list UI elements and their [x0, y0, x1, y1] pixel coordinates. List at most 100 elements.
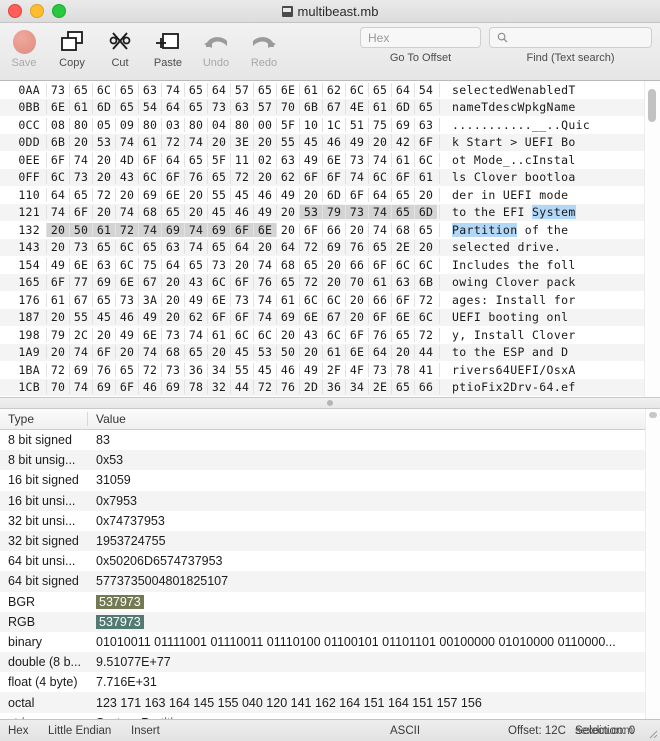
hex-row[interactable]: 121746F20746865204546492053797374656Dto … [0, 204, 660, 222]
hex-byte[interactable]: 6C [414, 153, 437, 167]
hex-byte[interactable]: 65 [115, 83, 138, 97]
hex-byte[interactable]: 20 [92, 205, 115, 219]
hex-byte[interactable]: 6C [253, 328, 276, 342]
hex-byte[interactable]: 20 [322, 258, 345, 272]
hex-byte[interactable]: 44 [414, 345, 437, 359]
hex-byte[interactable]: 41 [414, 363, 437, 377]
hex-byte[interactable]: 74 [184, 240, 207, 254]
hex-byte[interactable]: 68 [161, 345, 184, 359]
hex-byte[interactable]: 73 [345, 153, 368, 167]
hex-byte[interactable]: 2D [299, 380, 322, 394]
hex-byte[interactable]: 63 [391, 275, 414, 289]
hex-byte[interactable]: 20 [253, 170, 276, 184]
hex-byte-group[interactable]: 205545464920626F6F74696E67206F6E6C [46, 310, 437, 324]
hex-byte[interactable]: 80 [184, 118, 207, 132]
hex-byte[interactable]: 55 [69, 310, 92, 324]
inspector-value-cell[interactable]: 83 [88, 433, 660, 447]
inspector-column-type[interactable]: Type [0, 412, 88, 426]
inspector-value-cell[interactable]: 9.51077E+77 [88, 655, 660, 669]
hex-byte[interactable]: 6E [46, 100, 69, 114]
hex-byte[interactable]: 20 [414, 188, 437, 202]
hex-byte[interactable]: 61 [299, 83, 322, 97]
hex-byte[interactable]: 20 [184, 188, 207, 202]
hex-byte[interactable]: 20 [92, 170, 115, 184]
hex-row-ascii[interactable]: ot Mode_..cInstal [439, 153, 576, 167]
ascii-selection[interactable]: Partition [452, 223, 517, 237]
hex-byte[interactable]: 65 [69, 83, 92, 97]
hex-byte[interactable]: 34 [345, 380, 368, 394]
hex-byte[interactable]: 74 [138, 345, 161, 359]
hex-byte[interactable]: 6F [345, 328, 368, 342]
hex-byte[interactable]: 6C [230, 328, 253, 342]
hex-byte[interactable]: 65 [368, 83, 391, 97]
hex-byte[interactable]: 20 [414, 240, 437, 254]
hex-byte[interactable]: 6E [345, 345, 368, 359]
hex-byte[interactable]: 20 [299, 188, 322, 202]
hex-byte[interactable]: 72 [92, 188, 115, 202]
copy-button[interactable]: Copy [48, 25, 96, 69]
hex-byte[interactable]: 68 [391, 223, 414, 237]
hex-byte[interactable]: 73 [161, 328, 184, 342]
hex-byte[interactable]: 69 [92, 275, 115, 289]
hex-row-ascii[interactable]: to the EFI System [439, 205, 576, 219]
inspector-row[interactable]: 32 bit unsi...0x74737953 [0, 511, 660, 531]
hex-byte[interactable]: 65 [92, 293, 115, 307]
hex-byte[interactable]: 72 [414, 328, 437, 342]
inspector-row[interactable]: octal123 171 163 164 145 155 040 120 141… [0, 692, 660, 712]
hex-byte[interactable]: 61 [69, 100, 92, 114]
hex-byte[interactable]: 64 [230, 240, 253, 254]
inspector-row[interactable]: 16 bit signed31059 [0, 470, 660, 490]
hex-byte[interactable]: 69 [161, 380, 184, 394]
hex-byte[interactable]: 6C [414, 310, 437, 324]
hex-byte[interactable]: 66 [322, 223, 345, 237]
hex-byte[interactable]: 65 [391, 380, 414, 394]
hex-byte[interactable]: 69 [69, 363, 92, 377]
save-button[interactable]: Save [0, 25, 48, 69]
hex-byte-group[interactable]: 746F20746865204546492053797374656D [46, 205, 437, 219]
hex-row[interactable]: 11064657220696E2055454649206D6F646520der… [0, 186, 660, 204]
hex-byte[interactable]: 76 [253, 275, 276, 289]
inspector-row[interactable]: 16 bit unsi...0x7953 [0, 491, 660, 511]
inspector-row[interactable]: float (4 byte)7.716E+31 [0, 672, 660, 692]
hex-byte[interactable]: 74 [138, 223, 161, 237]
hex-byte[interactable]: 72 [230, 170, 253, 184]
hex-byte[interactable]: 20 [276, 223, 299, 237]
hex-byte[interactable]: 20 [276, 205, 299, 219]
hex-byte[interactable]: 2E [368, 380, 391, 394]
hex-byte[interactable]: 6F [46, 275, 69, 289]
hex-byte[interactable]: 64 [207, 83, 230, 97]
hex-byte[interactable]: 50 [276, 345, 299, 359]
hex-byte[interactable]: 6F [391, 293, 414, 307]
hex-byte[interactable]: 6F [299, 170, 322, 184]
hex-byte[interactable]: 6E [299, 310, 322, 324]
hex-row[interactable]: 187205545464920626F6F74696E67206F6E6C UE… [0, 309, 660, 327]
hex-byte[interactable]: 20 [69, 135, 92, 149]
hex-byte[interactable]: 65 [92, 240, 115, 254]
hex-byte[interactable]: 69 [391, 118, 414, 132]
inspector-rows-container[interactable]: 8 bit signed838 bit unsig...0x5316 bit s… [0, 430, 660, 719]
hex-byte[interactable]: 20 [368, 135, 391, 149]
maximize-window-button[interactable] [52, 4, 66, 18]
hex-byte[interactable]: 65 [276, 275, 299, 289]
inspector-value-cell[interactable]: 1953724755 [88, 534, 660, 548]
hex-byte[interactable]: 63 [230, 100, 253, 114]
hex-byte[interactable]: 3E [230, 135, 253, 149]
hex-byte[interactable]: 63 [138, 83, 161, 97]
hex-byte[interactable]: 66 [368, 293, 391, 307]
inspector-value-cell[interactable]: 01010011 01111001 01110011 01110100 0110… [88, 635, 660, 649]
goto-offset-input[interactable]: Hex [360, 27, 481, 48]
inspector-row[interactable]: 8 bit unsig...0x53 [0, 450, 660, 470]
status-mode[interactable]: Hex [8, 725, 28, 737]
inspector-row[interactable]: BGR537973 [0, 592, 660, 612]
hex-row[interactable]: 154496E636C756465732074686520666F6C6CInc… [0, 256, 660, 274]
hex-byte-group[interactable]: 73656C656374656457656E61626C656454 [46, 83, 437, 97]
hex-byte[interactable]: 6B [46, 135, 69, 149]
hex-byte[interactable]: 75 [368, 118, 391, 132]
hex-byte[interactable]: 6F [230, 223, 253, 237]
hex-byte[interactable]: 09 [115, 118, 138, 132]
hex-byte[interactable]: 6D [92, 100, 115, 114]
hex-byte-group[interactable]: 20746F207468652045535020616E642044 [46, 345, 437, 359]
hex-byte[interactable]: 6F [368, 258, 391, 272]
hex-byte[interactable]: 74 [46, 205, 69, 219]
hex-byte-group[interactable]: 20506172746974696F6E206F6620746865 [46, 223, 437, 237]
